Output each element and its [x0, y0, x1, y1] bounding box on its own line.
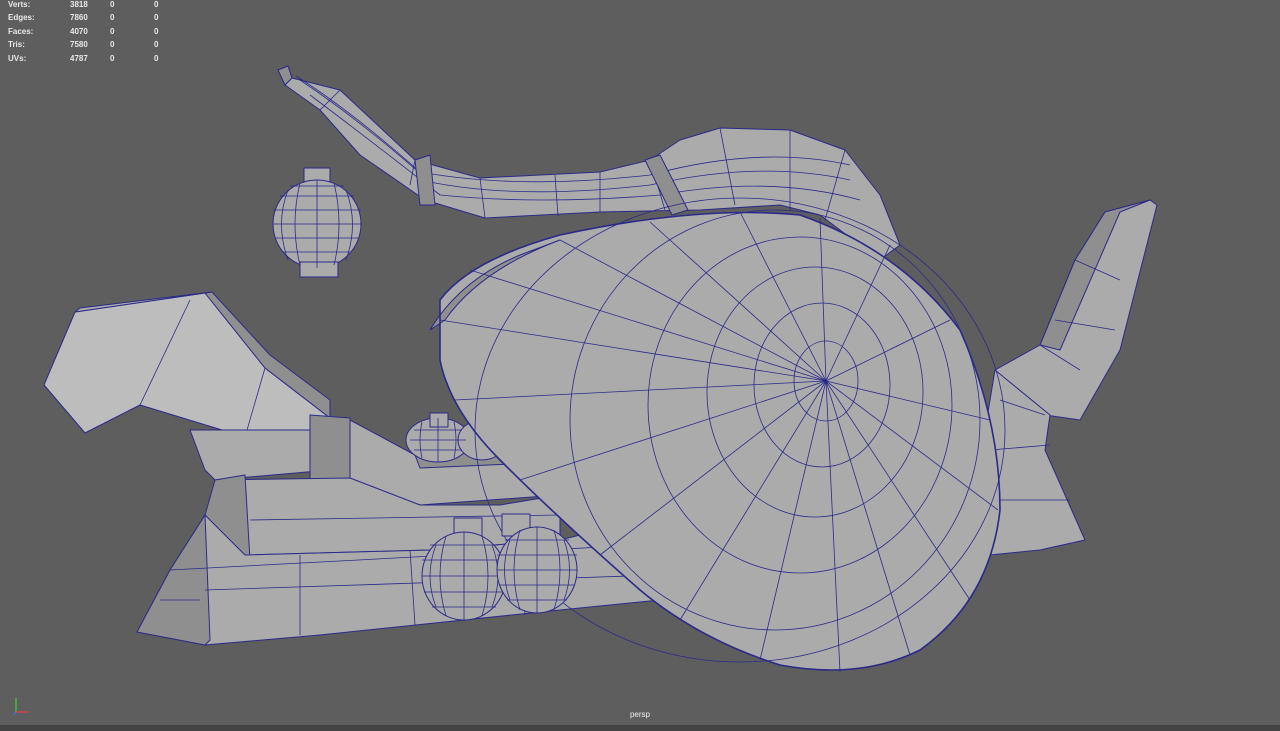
scene-meshes[interactable]: .m { fill:#ababab; stroke:#2b2a8a; strok… [0, 0, 1280, 731]
floating-bulb-mesh[interactable] [272, 167, 362, 278]
right-spout-mesh[interactable] [979, 199, 1158, 556]
perspective-viewport[interactable]: Verts: 3818 0 0 Edges: 7860 0 0 Faces: 4… [0, 0, 1280, 731]
viewport-bottom-bar [0, 725, 1280, 731]
camera-name-label: persp [629, 710, 650, 719]
